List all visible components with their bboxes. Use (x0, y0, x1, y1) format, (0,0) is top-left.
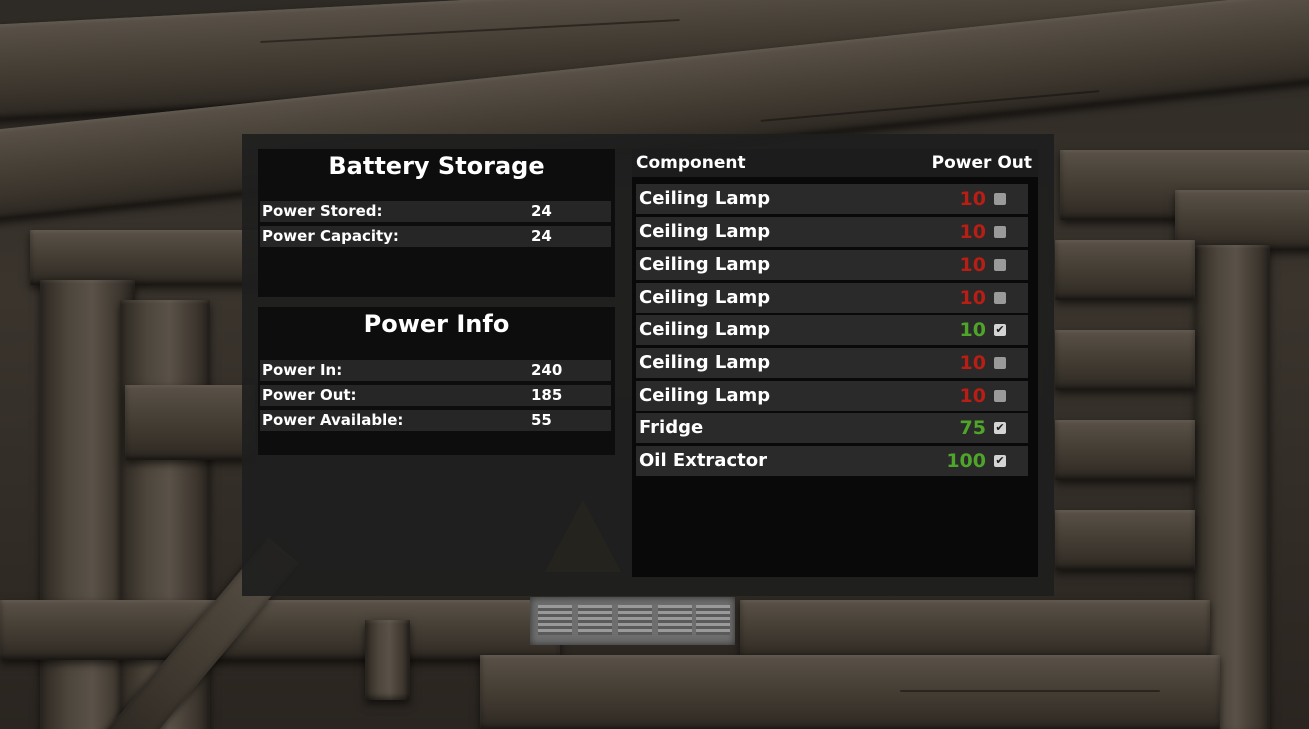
wood-beam (1055, 510, 1195, 570)
wood-beam (125, 385, 255, 460)
info-label: Power In: (262, 361, 343, 379)
power-info-title: Power Info (363, 310, 510, 338)
power-toggle-checkbox[interactable]: ✔ (994, 455, 1006, 467)
info-value: 185 (531, 386, 563, 404)
power-panel: Battery Storage Power Stored: 24 Power C… (242, 134, 1054, 596)
battery-storage-box: Battery Storage Power Stored: 24 Power C… (258, 149, 615, 297)
component-row[interactable]: Fridge 75 ✔ (636, 413, 1028, 443)
component-row[interactable]: Oil Extractor 100 ✔ (636, 446, 1028, 476)
component-name: Ceiling Lamp (639, 385, 771, 406)
power-toggle-checkbox[interactable] (994, 292, 1006, 304)
wood-post (365, 620, 410, 700)
component-name: Fridge (639, 417, 704, 438)
component-list-header: Component Power Out (632, 149, 1038, 177)
battery-storage-title: Battery Storage (328, 152, 545, 180)
vent-grille (530, 597, 735, 645)
info-row-power-stored: Power Stored: 24 (260, 201, 611, 222)
component-power: 10 (959, 319, 986, 341)
wood-beam (1175, 190, 1309, 250)
component-row[interactable]: Ceiling Lamp 10 (636, 381, 1028, 411)
wood-beam (1055, 240, 1195, 300)
check-icon: ✔ (995, 323, 1005, 336)
power-toggle-checkbox[interactable] (994, 226, 1006, 238)
component-name: Ceiling Lamp (639, 319, 771, 340)
info-label: Power Out: (262, 386, 357, 404)
info-row-power-in: Power In: 240 (260, 360, 611, 381)
game-scene: Battery Storage Power Stored: 24 Power C… (0, 0, 1309, 729)
wood-beam (480, 655, 1220, 729)
power-toggle-checkbox[interactable]: ✔ (994, 324, 1006, 336)
wood-beam (740, 600, 1210, 660)
component-name: Ceiling Lamp (639, 352, 771, 373)
component-row[interactable]: Ceiling Lamp 10 (636, 217, 1028, 247)
component-power: 10 (959, 352, 986, 374)
component-name: Ceiling Lamp (639, 254, 771, 275)
component-name: Ceiling Lamp (639, 287, 771, 308)
info-row-power-available: Power Available: 55 (260, 410, 611, 431)
check-icon: ✔ (995, 421, 1005, 434)
info-label: Power Stored: (262, 202, 383, 220)
component-power: 10 (959, 385, 986, 407)
power-toggle-checkbox[interactable] (994, 390, 1006, 402)
component-row[interactable]: Ceiling Lamp 10 (636, 184, 1028, 214)
component-power: 75 (959, 417, 986, 439)
component-name: Ceiling Lamp (639, 221, 771, 242)
power-toggle-checkbox[interactable]: ✔ (994, 422, 1006, 434)
power-toggle-checkbox[interactable] (994, 193, 1006, 205)
column-header-power-out: Power Out (931, 153, 1032, 173)
wood-beam (1055, 420, 1195, 480)
info-value: 240 (531, 361, 563, 379)
check-icon: ✔ (995, 454, 1005, 467)
power-toggle-checkbox[interactable] (994, 357, 1006, 369)
component-power: 10 (959, 221, 986, 243)
power-toggle-checkbox[interactable] (994, 259, 1006, 271)
component-row[interactable]: Ceiling Lamp 10 (636, 250, 1028, 280)
component-row[interactable]: Ceiling Lamp 10 (636, 283, 1028, 313)
wood-beam (1055, 330, 1195, 390)
info-label: Power Available: (262, 411, 404, 429)
info-row-power-out: Power Out: 185 (260, 385, 611, 406)
power-info-box: Power Info Power In: 240 Power Out: 185 … (258, 307, 615, 455)
info-value: 24 (531, 227, 552, 245)
component-power: 10 (959, 287, 986, 309)
component-name: Oil Extractor (639, 450, 767, 471)
component-power: 10 (959, 188, 986, 210)
info-value: 24 (531, 202, 552, 220)
component-list-box: Component Power Out Ceiling Lamp 10 Ceil… (632, 149, 1038, 577)
column-header-component: Component (636, 153, 746, 173)
component-row[interactable]: Ceiling Lamp 10 ✔ (636, 315, 1028, 345)
component-row[interactable]: Ceiling Lamp 10 (636, 348, 1028, 378)
info-row-power-capacity: Power Capacity: 24 (260, 226, 611, 247)
component-name: Ceiling Lamp (639, 188, 771, 209)
info-value: 55 (531, 411, 552, 429)
wood-beam (0, 600, 560, 660)
component-power: 100 (946, 450, 986, 472)
component-power: 10 (959, 254, 986, 276)
info-label: Power Capacity: (262, 227, 399, 245)
